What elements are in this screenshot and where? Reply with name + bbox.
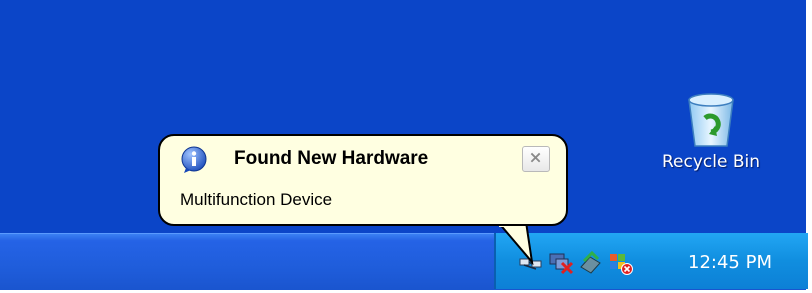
balloon-message: Multifunction Device (180, 190, 333, 209)
desktop: Recycle Bin 12:45 PM Found New Hardware … (0, 0, 808, 290)
clock[interactable]: 12:45 PM (688, 252, 772, 273)
balloon-title: Found New Hardware (234, 148, 429, 169)
network-disconnected-icon[interactable] (548, 251, 574, 275)
close-icon (530, 152, 541, 163)
balloon-tail (496, 222, 534, 266)
close-button[interactable] (522, 146, 550, 172)
notification-balloon[interactable]: Found New Hardware Multifunction Device (158, 134, 568, 226)
recycle-bin-label: Recycle Bin (661, 152, 760, 172)
recycle-bin-shortcut[interactable]: Recycle Bin (646, 86, 776, 186)
network-error-icon[interactable] (608, 251, 634, 275)
safely-remove-hardware-icon[interactable] (578, 251, 604, 275)
info-icon (181, 146, 207, 173)
recycle-bin-icon (688, 93, 734, 147)
